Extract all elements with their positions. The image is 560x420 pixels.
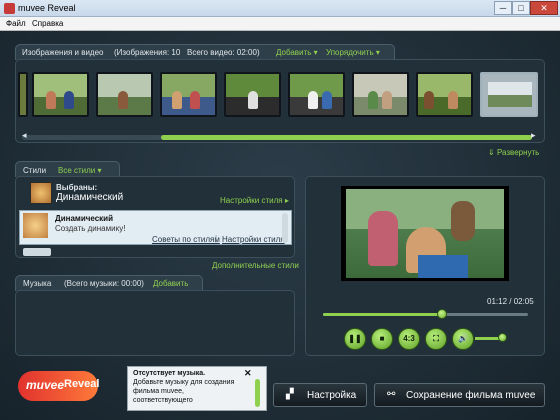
time-readout: 01:12 / 02:05 [487, 297, 534, 306]
styles-tab-label[interactable]: Стили [23, 166, 46, 175]
style-list-scrollbar[interactable] [282, 213, 288, 243]
playback-slider-track[interactable] [323, 309, 528, 319]
thumbnail-1[interactable] [18, 72, 28, 117]
media-tab-label[interactable]: Изображения и видео [22, 48, 103, 57]
volume-icon: 🔊 [458, 334, 468, 343]
share-icon: ⚯ [387, 389, 396, 400]
all-styles-dropdown[interactable]: Все стили ▾ [58, 166, 102, 175]
style-item-thumbnail [23, 213, 48, 238]
stop-icon: ■ [379, 334, 385, 343]
selected-caption: Выбраны: [56, 183, 98, 192]
link-divider: | [215, 234, 218, 243]
additional-styles-link[interactable]: Дополнительные стили [212, 261, 299, 270]
music-panel [15, 290, 295, 356]
notice-close-icon[interactable]: ✕ [244, 368, 252, 379]
app-area: Изображения и видео (Изображения: 10 Все… [0, 31, 560, 420]
playback-slider-knob[interactable] [436, 309, 447, 319]
volume-button[interactable]: 🔊 [452, 328, 474, 350]
aspect-ratio-button[interactable]: 4:3 [398, 328, 420, 350]
media-add-button[interactable]: Добавить ▾ [276, 48, 318, 57]
muvee-reveal-logo: muvee Reveal [18, 371, 100, 401]
thumbnail-3[interactable] [96, 72, 153, 117]
save-movie-label: Сохранение фильма muvee [406, 390, 536, 401]
menu-bar: Файл Справка [0, 17, 560, 31]
style-tips-link[interactable]: Советы по стилям [152, 235, 220, 244]
music-add-button[interactable]: Добавить [153, 279, 188, 288]
settings-icon: ▞ [286, 389, 294, 400]
settings-label: Настройка [307, 390, 357, 401]
minimize-button[interactable]: ─ [494, 1, 512, 15]
style-settings-link[interactable]: Настройки стиля ▸ [220, 196, 289, 205]
notice-body-line2: фильма muvee, [133, 388, 185, 395]
media-scrollbar-thumb[interactable] [161, 135, 532, 140]
style-item-subtitle: Создать динамику! [55, 224, 126, 233]
aspect-ratio-label: 4:3 [403, 334, 415, 343]
thumbnail-9-selected[interactable] [480, 72, 538, 117]
play-button[interactable]: ❚❚ [344, 328, 366, 350]
save-movie-button[interactable]: ⚯ Сохранение фильма muvee [374, 383, 545, 407]
music-total: (Всего музыки: 00:00) [64, 279, 144, 288]
thumbnail-7[interactable] [352, 72, 409, 117]
thumbnail-2[interactable] [32, 72, 89, 117]
video-preview[interactable] [346, 189, 504, 278]
music-tab-label[interactable]: Музыка [23, 279, 51, 288]
media-stats: (Изображения: 10 [114, 48, 181, 57]
media-add-label: Добавить [276, 48, 312, 57]
missing-music-notice: Отсутствует музыка. Добавьте музыку для … [127, 366, 267, 411]
media-scrollbar[interactable] [22, 135, 532, 140]
expand-label: Развернуть [496, 148, 540, 157]
scroll-left-icon[interactable]: ◂ [22, 130, 27, 141]
scroll-right-icon[interactable]: ▸ [531, 130, 536, 141]
thumbnail-8[interactable] [416, 72, 473, 117]
logo-reveal-text: Reveal [64, 378, 100, 390]
style-next-item-peek[interactable] [23, 248, 51, 256]
style-item-settings-link[interactable]: Настройки стиля [222, 235, 285, 244]
play-icon: ❚❚ [348, 334, 362, 343]
selected-style-thumbnail [30, 182, 52, 204]
title-bar: muvee Reveal ─ □ ✕ [0, 0, 560, 17]
fullscreen-button[interactable]: ⛶ [425, 328, 447, 350]
thumbnail-6[interactable] [288, 72, 345, 117]
menu-help[interactable]: Справка [32, 19, 63, 28]
style-item-title: Динамический [55, 214, 114, 223]
style-settings-label: Настройки стиля [220, 196, 283, 205]
volume-slider-knob[interactable] [498, 333, 507, 342]
thumbnail-4[interactable] [160, 72, 217, 117]
volume-slider-track[interactable] [475, 333, 507, 342]
settings-button[interactable]: ▞ Настройка [273, 383, 367, 407]
notice-body-line1: Добавьте музыку для создания [133, 379, 235, 386]
media-sort-label: Упорядочить [326, 48, 374, 57]
logo-muvee-text: muvee [26, 378, 65, 392]
thumbnail-5[interactable] [224, 72, 281, 117]
media-sort-button[interactable]: Упорядочить ▾ [326, 48, 380, 57]
expand-arrow-icon: ⇓ [488, 148, 495, 157]
notice-title: Отсутствует музыка. [133, 370, 206, 377]
notice-scrollbar[interactable] [255, 379, 260, 407]
expand-button[interactable]: ⇓ Развернуть [488, 148, 539, 157]
maximize-button[interactable]: □ [512, 1, 530, 15]
video-frame [341, 186, 509, 281]
menu-file[interactable]: Файл [6, 19, 26, 28]
notice-body-line3: соответствующего [133, 397, 193, 404]
stop-button[interactable]: ■ [371, 328, 393, 350]
selected-style-name: Динамический [56, 192, 124, 203]
window-title: muvee Reveal [18, 3, 76, 13]
close-button[interactable]: ✕ [530, 1, 558, 15]
app-icon [4, 3, 15, 14]
all-styles-label: Все стили [58, 166, 96, 175]
media-video-total: Всего видео: 02:00) [187, 48, 260, 57]
fullscreen-icon: ⛶ [433, 334, 439, 343]
playback-slider-fill [323, 313, 442, 316]
